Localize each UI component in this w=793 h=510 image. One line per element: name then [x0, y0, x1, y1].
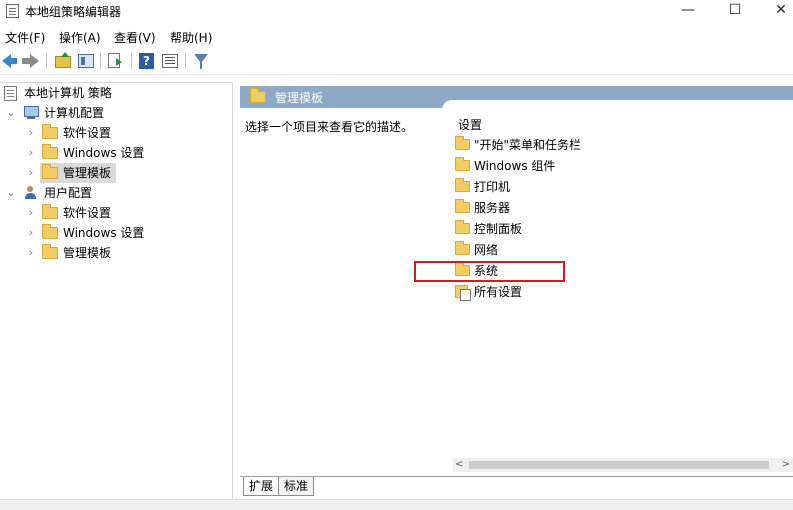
title-bar: 本地组策略编辑器 — ☐ ✕ — [0, 0, 793, 22]
show-hide-pane-icon[interactable] — [77, 52, 95, 70]
chevron-down-icon[interactable]: ⌄ — [6, 103, 16, 123]
toolbar: ? — [0, 49, 793, 75]
chevron-right-icon[interactable]: › — [26, 243, 36, 263]
toolbar-separator — [131, 53, 132, 69]
tree-item-label: 计算机配置 — [44, 106, 105, 120]
tab-standard[interactable]: 标准 — [278, 477, 315, 496]
gpedit-window: 本地组策略编辑器 — ☐ ✕ 文件(F) 操作(A) 查看(V) 帮助(H) ?… — [0, 0, 793, 510]
list-item-label: 控制面板 — [474, 222, 523, 236]
help-icon[interactable]: ? — [138, 52, 156, 70]
tree-item-software-settings[interactable]: › 软件设置 — [24, 123, 204, 143]
gpedit-app-icon — [6, 4, 19, 18]
tree-item-label: 软件设置 — [63, 126, 112, 140]
scroll-left-icon[interactable]: < — [455, 458, 463, 472]
details-pane: 管理模板 选择一个项目来查看它的描述。 设置 "开始"菜单和任务栏 Window… — [240, 86, 793, 510]
menu-view[interactable]: 查看(V) — [114, 29, 156, 46]
chevron-down-icon[interactable]: ⌄ — [6, 183, 16, 203]
menu-bar: 文件(F) 操作(A) 查看(V) 帮助(H) — [0, 26, 793, 46]
toolbar-separator — [100, 53, 101, 69]
tree-item-windows-settings[interactable]: › Windows 设置 — [24, 143, 204, 163]
computer-icon — [23, 106, 39, 120]
toolbar-separator — [46, 53, 47, 69]
tree-item-admin-templates[interactable]: › 管理模板 — [24, 163, 204, 183]
user-icon — [23, 186, 39, 200]
chevron-right-icon[interactable]: › — [26, 143, 36, 163]
list-item-label: 所有设置 — [474, 285, 523, 299]
chevron-right-icon[interactable]: › — [26, 123, 36, 143]
tree-item-user-windows-settings[interactable]: › Windows 设置 — [24, 223, 204, 243]
chevron-right-icon[interactable]: › — [26, 223, 36, 243]
policy-document-icon — [4, 86, 17, 101]
tree-item-label: Windows 设置 — [63, 226, 145, 240]
folder-icon — [455, 241, 470, 255]
status-bar — [0, 499, 793, 510]
tree-item-local-policy[interactable]: 本地计算机 策略 — [4, 83, 204, 103]
toolbar-separator — [185, 53, 186, 69]
tree-item-label: 管理模板 — [63, 166, 112, 180]
highlight-box — [414, 261, 565, 282]
window-title: 本地组策略编辑器 — [25, 5, 122, 19]
folder-icon — [42, 244, 58, 259]
list-item-label: Windows 组件 — [474, 159, 556, 173]
tree-item-user-software-settings[interactable]: › 软件设置 — [24, 203, 204, 223]
view-tabs: 扩展 标准 — [240, 476, 793, 496]
folder-icon — [42, 164, 58, 179]
tree-item-user-config[interactable]: ⌄ 用户配置 — [4, 183, 204, 203]
folder-icon — [42, 224, 58, 239]
tree-item-label: Windows 设置 — [63, 146, 145, 160]
tree-item-label: 本地计算机 策略 — [24, 86, 112, 100]
chevron-right-icon[interactable]: › — [26, 203, 36, 223]
menu-file[interactable]: 文件(F) — [5, 29, 45, 46]
forward-arrow-icon[interactable] — [22, 52, 40, 70]
scroll-right-icon[interactable]: > — [782, 458, 790, 472]
tab-expanded[interactable]: 扩展 — [243, 477, 280, 496]
list-item-label: "开始"菜单和任务栏 — [474, 138, 582, 152]
horizontal-scrollbar[interactable]: < > — [453, 458, 793, 472]
chevron-right-icon[interactable]: › — [26, 163, 36, 183]
folder-icon — [455, 220, 470, 234]
folder-icon — [42, 124, 58, 139]
folder-icon — [455, 136, 470, 150]
tree-item-user-admin-templates[interactable]: › 管理模板 — [24, 243, 204, 263]
menu-help[interactable]: 帮助(H) — [170, 29, 212, 46]
settings-column-header[interactable]: 设置 — [458, 116, 482, 133]
folder-icon — [42, 144, 58, 159]
all-settings-icon — [455, 285, 471, 301]
filter-icon[interactable] — [192, 52, 210, 70]
tree-item-label: 用户配置 — [44, 186, 93, 200]
folder-icon — [455, 199, 470, 213]
folder-icon — [455, 157, 470, 171]
tree-item-label: 软件设置 — [63, 206, 112, 220]
folder-icon — [455, 178, 470, 192]
maximize-button[interactable]: ☐ — [712, 0, 758, 22]
menu-action[interactable]: 操作(A) — [59, 29, 101, 46]
back-arrow-icon[interactable] — [2, 52, 20, 70]
description-text: 选择一个项目来查看它的描述。 — [245, 120, 414, 134]
folder-up-icon[interactable] — [54, 52, 72, 70]
tree-item-computer-config[interactable]: ⌄ 计算机配置 — [4, 103, 204, 123]
list-item-label: 打印机 — [474, 180, 511, 194]
folder-icon — [250, 88, 266, 103]
list-item-label: 网络 — [474, 243, 499, 257]
scrollbar-thumb[interactable] — [469, 461, 769, 469]
tree-item-label: 管理模板 — [63, 246, 112, 260]
export-list-icon[interactable] — [107, 52, 125, 70]
folder-icon — [42, 204, 58, 219]
details-header-title: 管理模板 — [275, 91, 324, 105]
minimize-button[interactable]: — — [665, 0, 711, 22]
close-button[interactable]: ✕ — [758, 0, 793, 22]
properties-icon[interactable] — [161, 52, 179, 70]
list-item-label: 服务器 — [474, 201, 511, 215]
